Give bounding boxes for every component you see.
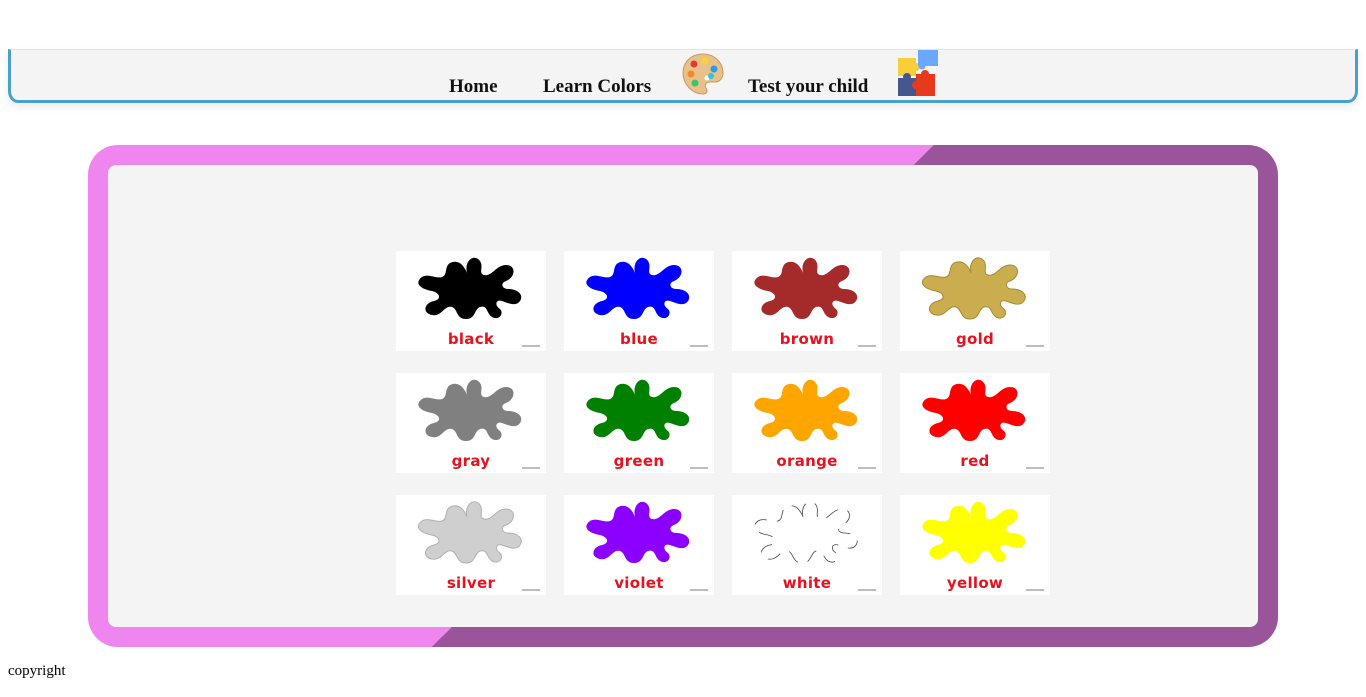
footer-copyright: copyright	[8, 663, 66, 679]
color-card-black[interactable]: black	[396, 251, 546, 351]
paint-palette-icon[interactable]	[681, 52, 725, 101]
color-card-white[interactable]: white	[732, 495, 882, 595]
paint-splash-icon	[922, 379, 1026, 441]
top-navbar: Home Learn Colors Test your child	[8, 49, 1358, 103]
paint-splash-icon	[586, 501, 690, 563]
watermark-mark	[522, 589, 540, 591]
watermark-mark	[522, 345, 540, 347]
color-card-green[interactable]: green	[564, 373, 714, 473]
colors-panel: black blue brown gold gray green orange red silv…	[108, 165, 1258, 627]
watermark-mark	[522, 467, 540, 469]
paint-splash-icon	[922, 501, 1026, 563]
watermark-mark	[690, 467, 708, 469]
watermark-mark	[1026, 467, 1044, 469]
paint-splash-icon	[417, 501, 522, 564]
nav-learn-colors-link[interactable]: Learn Colors	[543, 76, 651, 98]
color-card-blue[interactable]: blue	[564, 251, 714, 351]
paint-splash-icon	[754, 379, 858, 441]
color-card-silver[interactable]: silver	[396, 495, 546, 595]
paint-splash-icon	[586, 379, 690, 441]
paint-splash-icon	[418, 257, 522, 319]
color-card-brown[interactable]: brown	[732, 251, 882, 351]
watermark-mark	[690, 345, 708, 347]
paint-splash-icon	[418, 379, 522, 441]
watermark-mark	[1026, 589, 1044, 591]
paint-splash-icon	[754, 501, 858, 564]
watermark-mark	[858, 467, 876, 469]
color-card-gray[interactable]: gray	[396, 373, 546, 473]
watermark-mark	[1026, 345, 1044, 347]
color-card-violet[interactable]: violet	[564, 495, 714, 595]
color-card-red[interactable]: red	[900, 373, 1050, 473]
watermark-mark	[858, 589, 876, 591]
watermark-mark	[690, 589, 708, 591]
puzzle-pieces-icon[interactable]	[896, 50, 944, 103]
color-card-orange[interactable]: orange	[732, 373, 882, 473]
colors-frame: black blue brown gold gray green orange red silv…	[88, 145, 1278, 647]
paint-splash-icon	[754, 257, 858, 319]
color-card-yellow[interactable]: yellow	[900, 495, 1050, 595]
paint-splash-icon	[921, 257, 1026, 320]
paint-splash-icon	[586, 257, 690, 319]
nav-test-your-child-link[interactable]: Test your child	[748, 76, 868, 98]
watermark-mark	[858, 345, 876, 347]
nav-home-link[interactable]: Home	[449, 76, 498, 98]
color-card-gold[interactable]: gold	[900, 251, 1050, 351]
